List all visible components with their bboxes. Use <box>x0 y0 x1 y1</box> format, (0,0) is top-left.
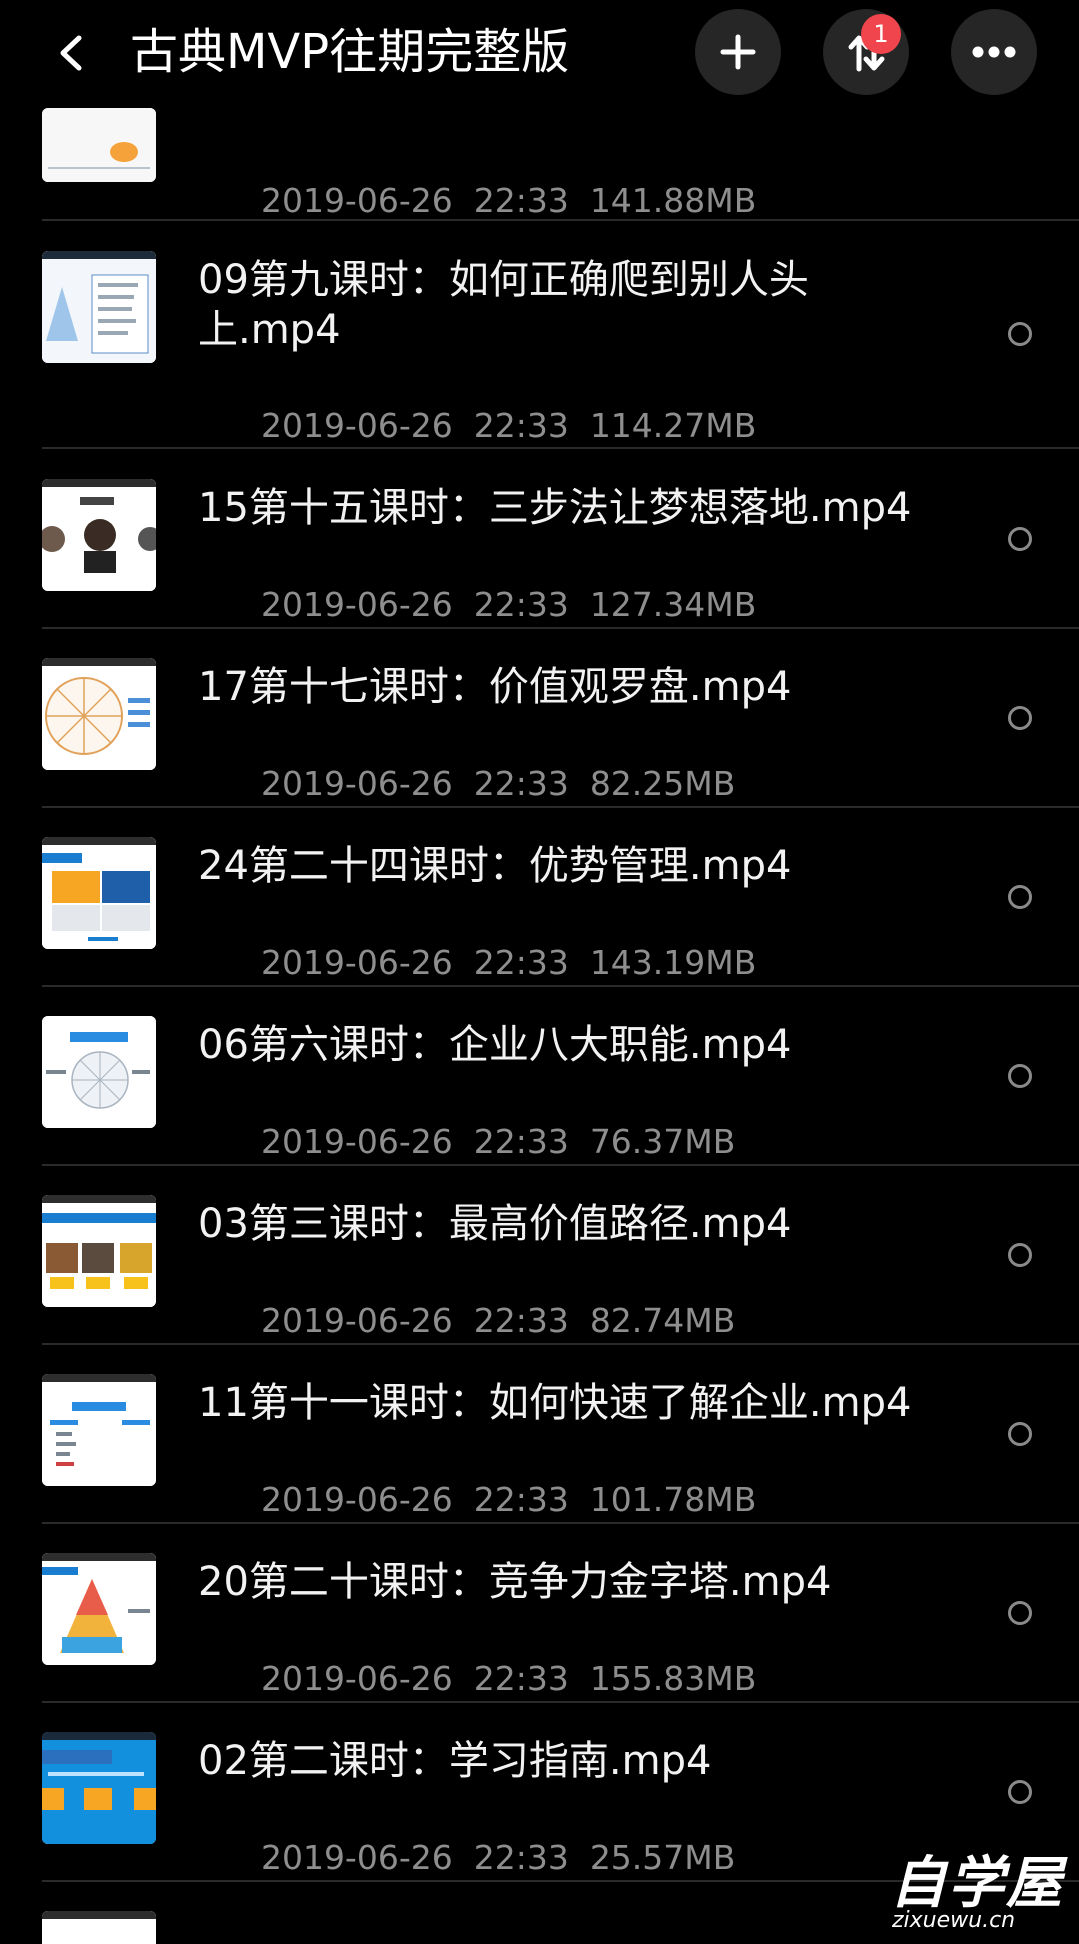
list-item[interactable]: 20第二十课时：竞争力金字塔.mp4 2019-06-26 22:33 155.… <box>0 1523 1079 1703</box>
top-bar: 古典MVP往期完整版 1 <box>0 0 1079 104</box>
file-name: 11第十一课时：如何快速了解企业.mp4 <box>198 1380 912 1426</box>
file-name: 02第二课时：学习指南.mp4 <box>198 1738 712 1784</box>
video-thumbnail <box>42 658 156 770</box>
file-time: 22:33 <box>473 1838 569 1877</box>
select-radio-icon[interactable] <box>1006 1599 1034 1627</box>
page-title: 古典MVP往期完整版 <box>130 24 570 80</box>
file-date: 2019-06-26 <box>260 764 453 803</box>
video-thumbnail <box>42 1911 156 1944</box>
video-thumbnail <box>42 1016 156 1128</box>
file-date: 2019-06-26 <box>260 943 453 982</box>
file-name: 17第十七课时：价值观罗盘.mp4 <box>198 664 792 710</box>
select-radio-icon[interactable] <box>1006 883 1034 911</box>
file-size: 82.74MB <box>589 1301 736 1340</box>
list-item[interactable]: 11第十一课时：如何快速了解企业.mp4 2019-06-26 22:33 10… <box>0 1344 1079 1524</box>
file-date: 2019-06-26 <box>260 1122 453 1161</box>
select-radio-icon[interactable] <box>1006 1241 1034 1269</box>
list-item[interactable]: 06第六课时：企业八大职能.mp4 2019-06-26 22:33 76.37… <box>0 986 1079 1166</box>
select-radio-icon[interactable] <box>1006 1778 1034 1806</box>
select-radio-icon[interactable] <box>1006 1420 1034 1448</box>
file-time: 22:33 <box>473 406 569 445</box>
file-date: 2019-06-26 <box>260 585 453 624</box>
select-radio-icon[interactable] <box>1006 525 1034 553</box>
file-time: 22:33 <box>473 585 569 624</box>
file-date: 2019-06-26 <box>260 181 453 220</box>
chevron-left-icon <box>60 35 82 71</box>
file-date: 2019-06-26 <box>260 406 453 445</box>
file-time: 22:33 <box>473 1301 569 1340</box>
file-size: 76.37MB <box>589 1122 736 1161</box>
add-button[interactable] <box>695 9 781 95</box>
select-radio-icon[interactable] <box>1006 704 1034 732</box>
file-size: 114.27MB <box>589 406 757 445</box>
video-thumbnail <box>42 251 156 363</box>
select-radio-icon[interactable] <box>1006 1062 1034 1090</box>
notification-badge: 1 <box>861 14 901 54</box>
video-thumbnail <box>42 1553 156 1665</box>
video-thumbnail <box>42 1374 156 1486</box>
file-time: 22:33 <box>473 1480 569 1519</box>
file-name: 15第十五课时：三步法让梦想落地.mp4 <box>198 485 912 531</box>
video-thumbnail <box>42 479 156 591</box>
plus-icon <box>720 34 756 70</box>
video-thumbnail <box>42 1195 156 1307</box>
file-size: 25.57MB <box>589 1838 736 1877</box>
file-time: 22:33 <box>473 764 569 803</box>
list-item[interactable]: 03第三课时：最高价值路径.mp4 2019-06-26 22:33 82.74… <box>0 1165 1079 1345</box>
video-thumbnail <box>42 837 156 949</box>
video-thumbnail <box>42 1732 156 1844</box>
file-size: 127.34MB <box>589 585 757 624</box>
watermark-domain: zixuewu.cn <box>892 1908 1016 1933</box>
file-date: 2019-06-26 <box>260 1480 453 1519</box>
file-name: 03第三课时：最高价值路径.mp4 <box>198 1201 792 1247</box>
file-time: 22:33 <box>473 1659 569 1698</box>
watermark-brand: 自学屋 <box>890 1850 1064 1916</box>
more-button[interactable] <box>951 9 1037 95</box>
back-button[interactable] <box>44 22 100 82</box>
select-radio-icon[interactable] <box>1006 320 1034 348</box>
file-list: 2019-06-26 22:33 141.88MB 09第九课时：如何正确爬到别… <box>0 0 1079 1944</box>
file-date: 2019-06-26 <box>260 1659 453 1698</box>
file-time: 22:33 <box>473 1122 569 1161</box>
file-size: 82.25MB <box>589 764 736 803</box>
file-name: 06第六课时：企业八大职能.mp4 <box>198 1022 792 1068</box>
list-item[interactable]: 24第二十四课时：优势管理.mp4 2019-06-26 22:33 143.1… <box>0 807 1079 987</box>
list-item[interactable]: 17第十七课时：价值观罗盘.mp4 2019-06-26 22:33 82.25… <box>0 628 1079 808</box>
file-date: 2019-06-26 <box>260 1838 453 1877</box>
video-thumbnail <box>42 108 156 182</box>
file-date: 2019-06-26 <box>260 1301 453 1340</box>
more-horizontal-icon <box>972 46 1016 58</box>
file-name: 20第二十课时：竞争力金字塔.mp4 <box>198 1559 832 1605</box>
file-name: 09第九课时：如何正确爬到别人头上.mp4 <box>198 257 809 353</box>
watermark-logo: 自学屋 zixuewu.cn <box>880 1838 1070 1938</box>
file-size: 155.83MB <box>589 1659 757 1698</box>
list-item[interactable]: 09第九课时：如何正确爬到别人头上.mp4 2019-06-26 22:33 1… <box>0 221 1079 449</box>
file-time: 22:33 <box>473 181 569 220</box>
file-size: 143.19MB <box>589 943 757 982</box>
file-name: 24第二十四课时：优势管理.mp4 <box>198 843 792 889</box>
list-item[interactable]: 15第十五课时：三步法让梦想落地.mp4 2019-06-26 22:33 12… <box>0 449 1079 629</box>
file-time: 22:33 <box>473 943 569 982</box>
file-size: 101.78MB <box>589 1480 757 1519</box>
file-size: 141.88MB <box>589 181 757 220</box>
